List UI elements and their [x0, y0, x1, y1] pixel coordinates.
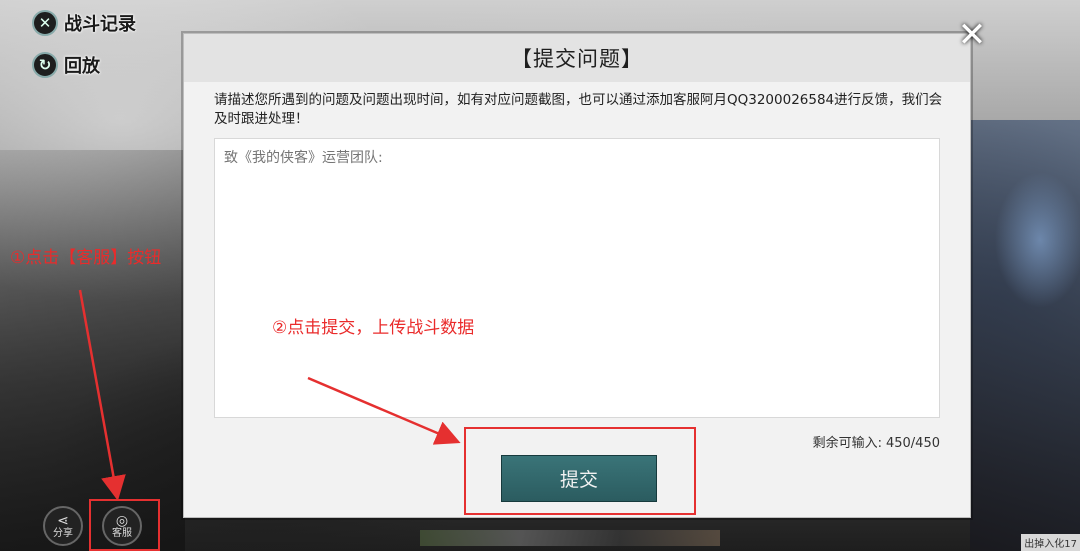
ink-shadow-left	[0, 150, 185, 551]
annotation-box-submit	[464, 427, 696, 515]
annotation-step1: ①点击【客服】按钮	[10, 248, 162, 268]
character-figure	[970, 150, 1080, 350]
blurred-status-strip	[420, 530, 720, 546]
dialog-header: 【提交问题】	[184, 34, 970, 82]
close-icon[interactable]: ✕	[955, 15, 989, 55]
replay-label: 回放	[64, 56, 100, 77]
replay-button[interactable]: ↻ 回放	[32, 52, 100, 78]
share-label: 分享	[53, 527, 73, 539]
corner-text: 出掉入化17	[1021, 534, 1080, 551]
share-button[interactable]: ⋖ 分享	[43, 506, 83, 546]
remaining-chars: 剩余可输入: 450/450	[813, 432, 940, 451]
share-icon: ⋖	[57, 512, 69, 529]
replay-icon: ↻	[32, 52, 58, 78]
annotation-step2: ②点击提交，上传战斗数据	[272, 318, 475, 338]
battle-log-button[interactable]: ✕ 战斗记录	[32, 10, 136, 36]
dialog-title: 【提交问题】	[511, 47, 643, 71]
remaining-label: 剩余可输入:	[812, 436, 882, 451]
issue-textarea[interactable]	[214, 138, 940, 418]
dialog-description: 请描述您所遇到的问题及问题出现时间，如有对应问题截图，也可以通过添加客服阿月QQ…	[214, 92, 943, 127]
remaining-value: 450/450	[885, 436, 940, 451]
annotation-box-service	[89, 499, 160, 551]
crossed-swords-icon: ✕	[32, 10, 58, 36]
battle-log-label: 战斗记录	[64, 14, 136, 35]
